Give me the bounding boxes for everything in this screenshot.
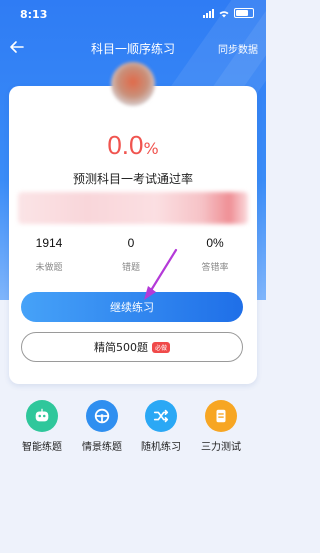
sync-data-button[interactable]: 同步数据: [218, 41, 258, 56]
streamlined-500-label: 精简500题: [93, 341, 148, 354]
status-bar: 8:13: [0, 0, 266, 28]
stat-label: 未做题: [35, 263, 63, 273]
stat-label: 答错率: [201, 263, 229, 273]
document-icon: [205, 400, 237, 432]
status-time: 8:13: [20, 8, 48, 21]
feature-label: 智能练题: [22, 442, 62, 453]
wifi-icon: [219, 10, 229, 17]
pass-rate-unit: %: [143, 139, 159, 158]
streamlined-500-button[interactable]: 精简500题 必做: [21, 332, 243, 362]
stat-value: 0%: [206, 236, 224, 250]
stats-row: 1914 未做题 0 错题 0% 答错率: [9, 236, 257, 286]
robot-icon: [26, 400, 58, 432]
steering-wheel-icon: [86, 400, 118, 432]
blurred-banner: [18, 192, 248, 224]
feature-label: 三力测试: [201, 442, 241, 453]
signal-icon: [203, 8, 214, 18]
battery-icon: [234, 8, 254, 18]
nav-bar: 科目一顺序练习 同步数据: [0, 32, 266, 62]
feature-smart-practice[interactable]: 智能练题: [12, 400, 72, 453]
must-do-badge: 必做: [151, 341, 170, 353]
stat-error-rate: 0% 答错率: [175, 236, 255, 273]
stat-undone[interactable]: 1914 未做题: [9, 236, 89, 273]
feature-three-ability-test[interactable]: 三力测试: [191, 400, 251, 453]
continue-practice-button[interactable]: 继续练习: [21, 292, 243, 322]
stat-value: 1914: [35, 236, 63, 250]
feature-scenario-practice[interactable]: 情景练题: [72, 400, 132, 453]
feature-random-practice[interactable]: 随机练习: [131, 400, 191, 453]
status-icons: [203, 8, 254, 18]
progress-card: 0.0% 预测科目一考试通过率 1914 未做题 0 错题 0% 答错率 继续练…: [9, 86, 257, 384]
pass-rate: 0.0%: [9, 130, 257, 161]
shuffle-icon: [145, 400, 177, 432]
annotation-arrow: [144, 248, 178, 300]
feature-row: 智能练题 情景练题 随机练习 三力测试: [0, 400, 266, 460]
feature-label: 情景练题: [82, 442, 122, 453]
pass-rate-value: 0.0: [107, 130, 144, 160]
pass-rate-label: 预测科目一考试通过率: [72, 172, 193, 186]
avatar: [111, 62, 155, 106]
feature-label: 随机练习: [141, 442, 181, 453]
